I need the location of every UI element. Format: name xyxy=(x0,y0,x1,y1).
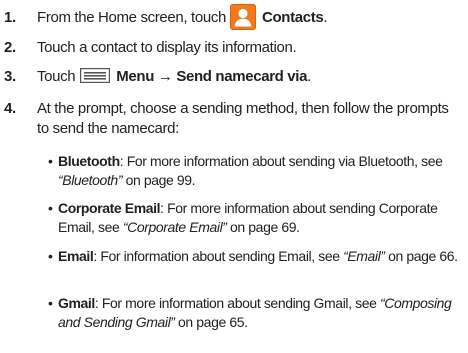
step-text-after: . xyxy=(323,9,328,26)
step-text: From the Home screen, touch Contacts. xyxy=(37,4,464,31)
method-name: Corporate Email xyxy=(58,200,161,216)
step-target: Menu → Send namecard via xyxy=(116,68,308,85)
step-number: 2. xyxy=(4,39,16,56)
menu-icon xyxy=(80,67,111,84)
cross-reference: “Bluetooth” xyxy=(58,172,123,188)
bullet-dot: • xyxy=(48,248,53,264)
step-text: At the prompt, choose a sending method, … xyxy=(37,100,449,137)
step-text: Touch Menu → Send namecard via. xyxy=(37,67,464,87)
step-text-before: Touch xyxy=(37,68,76,85)
instruction-page: 1. From the Home screen, touch Contacts. … xyxy=(0,0,468,353)
step-target: Contacts xyxy=(261,9,324,26)
step-number: 4. xyxy=(4,100,16,117)
bullet-dot: • xyxy=(48,295,53,311)
list-item-text: Gmail: For more information about sendin… xyxy=(58,295,452,330)
list-item-text: Email: For information about sending Ema… xyxy=(58,248,458,264)
contacts-icon xyxy=(229,4,256,31)
method-name: Gmail xyxy=(58,295,95,311)
cross-reference: “Corporate Email” xyxy=(122,219,227,235)
cross-reference: “Email” xyxy=(343,248,385,264)
step-text-after: . xyxy=(307,68,311,85)
bullet-dot: • xyxy=(48,153,53,169)
step-text: Touch a contact to display its informati… xyxy=(37,39,297,56)
step-number: 1. xyxy=(4,9,16,26)
method-name: Email xyxy=(58,248,94,264)
step-number: 3. xyxy=(4,68,16,85)
bullet-dot: • xyxy=(48,200,53,216)
list-item-text: Corporate Email: For more information ab… xyxy=(58,200,438,235)
step-text-before: From the Home screen, touch xyxy=(37,9,226,26)
method-name: Bluetooth xyxy=(58,153,120,169)
list-item-text: Bluetooth: For more information about se… xyxy=(58,153,443,188)
